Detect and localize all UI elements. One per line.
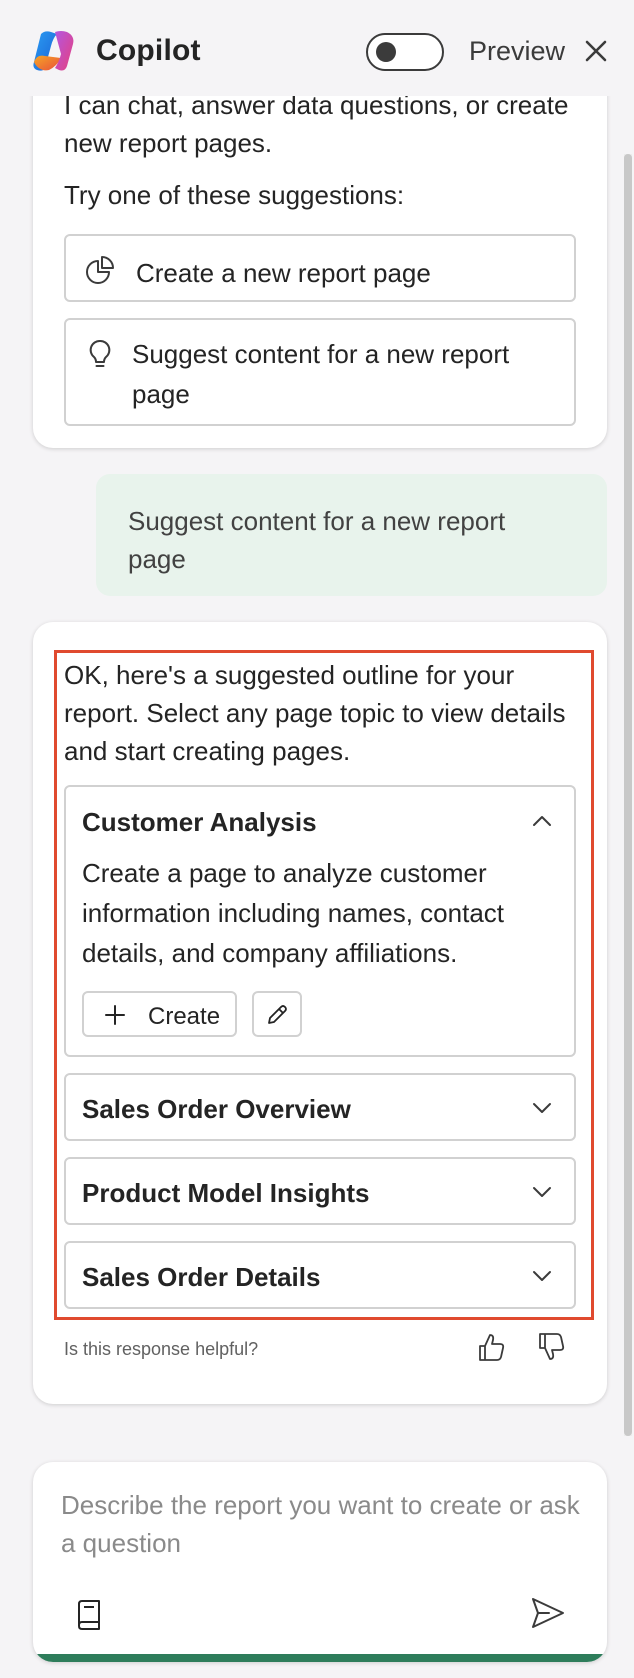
response-text: OK, here's a suggested outline for your … bbox=[64, 660, 566, 766]
app-title: Copilot bbox=[96, 34, 201, 67]
toggle-knob bbox=[376, 42, 396, 62]
thumbs-up-icon[interactable] bbox=[476, 1331, 506, 1363]
chevron-down-icon[interactable] bbox=[530, 1180, 554, 1204]
pie-chart-icon bbox=[86, 256, 114, 284]
scrollbar-thumb[interactable] bbox=[624, 154, 632, 1436]
send-icon[interactable] bbox=[529, 1594, 567, 1632]
chevron-up-icon[interactable] bbox=[530, 809, 554, 833]
topic-product-model-insights[interactable]: Product Model Insights bbox=[64, 1157, 576, 1225]
feedback-prompt: Is this response helpful? bbox=[64, 1339, 259, 1359]
topic-sales-order-overview[interactable]: Sales Order Overview bbox=[64, 1073, 576, 1141]
plus-icon bbox=[105, 1005, 125, 1025]
chevron-down-icon[interactable] bbox=[530, 1264, 554, 1288]
create-button-label: Create bbox=[148, 1003, 221, 1030]
prompt-input[interactable] bbox=[61, 1486, 581, 1570]
topic-sales-order-details[interactable]: Sales Order Details bbox=[64, 1241, 576, 1309]
create-button[interactable]: Create bbox=[82, 991, 237, 1037]
copilot-header: Copilot Preview bbox=[0, 0, 634, 96]
preview-toggle-label: Preview bbox=[469, 36, 566, 66]
user-message-text: Suggest content for a new report page bbox=[128, 506, 506, 574]
user-message-bubble: Suggest content for a new report page bbox=[96, 474, 607, 596]
suggestion-label: Suggest content for a new report page bbox=[132, 339, 510, 409]
topic-title: Product Model Insights bbox=[82, 1178, 370, 1208]
suggestion-create-report-page[interactable]: Create a new report page bbox=[64, 234, 576, 302]
intro-message: I can chat, answer data questions, or cr… bbox=[64, 90, 569, 158]
topic-title: Sales Order Overview bbox=[82, 1094, 351, 1124]
thumbs-down-icon[interactable] bbox=[536, 1331, 566, 1363]
topic-description: Create a page to analyze customer inform… bbox=[82, 858, 505, 968]
copilot-logo-icon bbox=[33, 31, 74, 71]
edit-button[interactable] bbox=[252, 991, 302, 1037]
close-icon[interactable] bbox=[582, 37, 610, 65]
suggestions-heading: Try one of these suggestions: bbox=[64, 180, 405, 210]
pencil-icon bbox=[268, 1005, 287, 1024]
suggestion-suggest-content[interactable]: Suggest content for a new report page bbox=[64, 318, 576, 426]
preview-toggle[interactable] bbox=[366, 33, 444, 71]
composer bbox=[33, 1462, 607, 1662]
prompt-guide-icon[interactable] bbox=[75, 1598, 103, 1632]
lightbulb-icon bbox=[89, 339, 111, 367]
chevron-down-icon[interactable] bbox=[530, 1096, 554, 1120]
composer-accent-bar bbox=[33, 1654, 607, 1662]
topic-title: Sales Order Details bbox=[82, 1262, 321, 1292]
suggestion-label: Create a new report page bbox=[136, 258, 431, 288]
topic-title: Customer Analysis bbox=[82, 807, 317, 837]
topic-customer-analysis[interactable]: Customer Analysis Create a page to analy… bbox=[64, 785, 576, 1057]
